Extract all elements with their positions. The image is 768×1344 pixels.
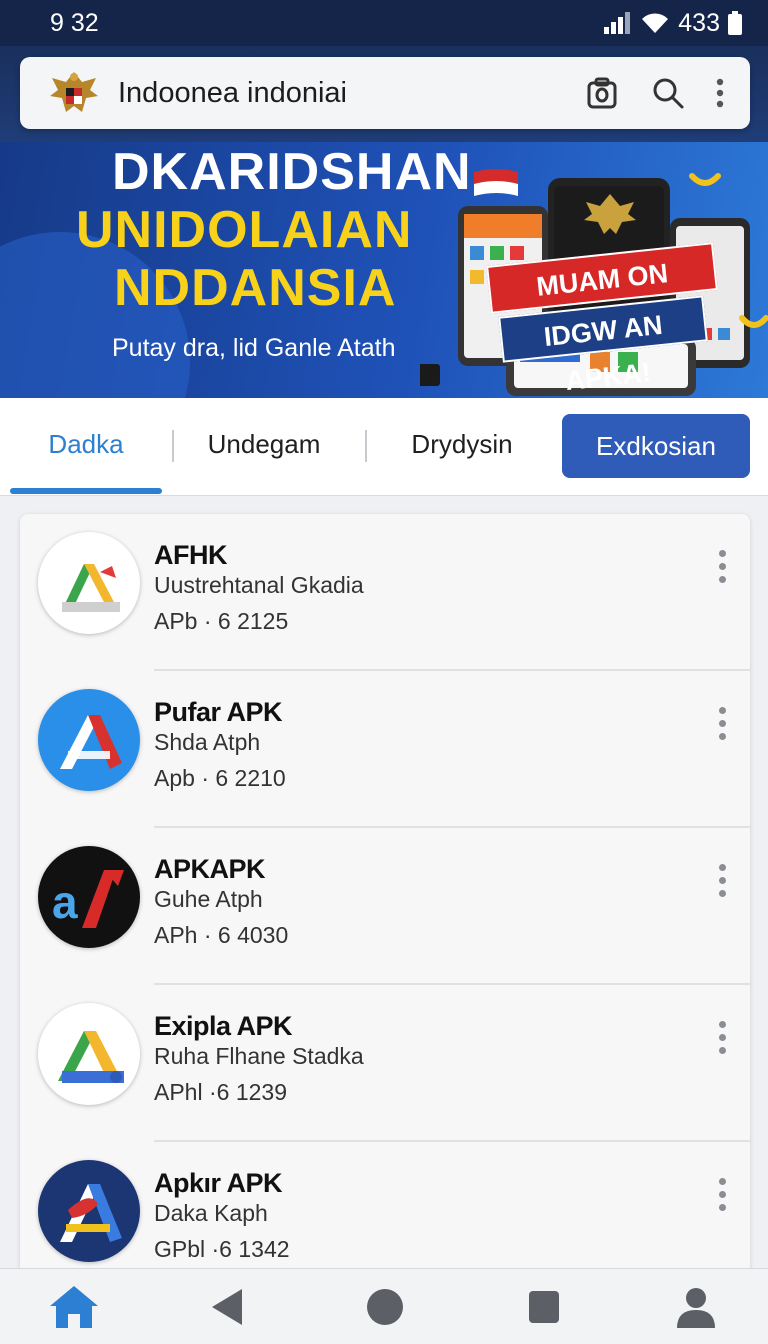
app-name: Pufar APK — [154, 697, 283, 727]
tab-dadka[interactable]: Dadka — [10, 414, 162, 474]
home-circle-icon[interactable] — [359, 1283, 411, 1331]
back-icon[interactable] — [200, 1283, 252, 1331]
app-list: AFHK Uustrehtanal Gkadia APb · 6 2125 Pu… — [20, 514, 750, 1294]
app-subtitle: Uustrehtanal Gkadia — [154, 572, 364, 598]
app-subtitle: Daka Kaph — [154, 1200, 268, 1226]
banner-headline-3: NDDANSIA — [114, 259, 397, 317]
status-bar: 9 32 433 — [0, 0, 768, 46]
promo-banner[interactable]: DKARIDSHAN UNIDOLAIAN NDDANSIA Putay dra… — [0, 142, 768, 398]
more-vert-icon[interactable] — [710, 1178, 734, 1218]
app-meta: APb · 6 2125 — [154, 608, 289, 634]
list-item[interactable]: Pufar APK Shda Atph Apb · 6 2210 — [20, 671, 750, 828]
battery-level: 433 — [678, 8, 720, 37]
more-vert-icon[interactable] — [710, 864, 734, 904]
app-meta: APhl ·6 1239 — [154, 1079, 287, 1105]
app-meta: APh · 6 4030 — [154, 922, 289, 948]
home-icon[interactable] — [48, 1283, 100, 1331]
app-icon-apkir — [38, 1160, 140, 1262]
more-vert-icon[interactable] — [710, 550, 734, 590]
more-vert-icon[interactable] — [710, 707, 734, 747]
status-indicators: 433 — [604, 9, 742, 38]
list-item[interactable]: AFHK Uustrehtanal Gkadia APb · 6 2125 — [20, 514, 750, 671]
tab-exdkosian-button[interactable]: Exdkosian — [562, 414, 750, 478]
status-time: 9 32 — [50, 8, 99, 37]
battery-icon — [728, 11, 742, 35]
banner-subtitle: Putay dra, lid Ganle Atath — [112, 334, 396, 362]
profile-icon[interactable] — [670, 1283, 722, 1331]
signal-icon — [604, 12, 631, 34]
app-icon-exipla — [38, 1003, 140, 1105]
app-subtitle: Ruha Flhane Stadka — [154, 1043, 364, 1069]
app-name: APKAPK — [154, 854, 266, 884]
app-name: Exipla APK — [154, 1011, 293, 1041]
bottom-navigation — [0, 1268, 768, 1344]
tab-divider — [365, 430, 367, 462]
list-item[interactable]: Exipla APK Ruha Flhane Stadka APhl ·6 12… — [20, 985, 750, 1142]
app-name: AFHK — [154, 540, 228, 570]
category-tabs: Dadka Undegam Drydysin Exdkosian — [0, 398, 768, 496]
app-icon-pufar — [38, 689, 140, 791]
list-item[interactable]: a APKAPK Guhe Atph APh · 6 4030 — [20, 828, 750, 985]
camera-icon[interactable] — [582, 73, 622, 113]
app-subtitle: Shda Atph — [154, 729, 261, 755]
tab-undegam[interactable]: Undegam — [182, 414, 346, 474]
recents-icon[interactable] — [518, 1283, 570, 1331]
app-name: Apkır APK — [154, 1168, 283, 1198]
search-bar[interactable]: Indoonea indoniai — [20, 57, 750, 129]
app-subtitle: Guhe Atph — [154, 886, 263, 912]
app-meta: GPbl ·6 1342 — [154, 1236, 290, 1262]
header-title: Indoonea indoniai — [118, 76, 347, 109]
active-tab-indicator — [10, 488, 162, 494]
app-icon-afhk — [38, 532, 140, 634]
banner-headline-2: UNIDOLAIAN — [76, 201, 413, 259]
tab-divider — [172, 430, 174, 462]
wifi-icon — [642, 13, 669, 33]
app-meta: Apb · 6 2210 — [154, 765, 286, 791]
emblem-icon — [50, 72, 98, 112]
more-vert-icon[interactable] — [710, 73, 730, 113]
tab-drydysin[interactable]: Drydysin — [378, 414, 546, 474]
banner-headline-1: DKARIDSHAN — [112, 143, 472, 201]
app-header: Indoonea indoniai — [0, 46, 768, 142]
svg-text:a: a — [52, 876, 78, 928]
more-vert-icon[interactable] — [710, 1021, 734, 1061]
app-icon-apkapk: a — [38, 846, 140, 948]
search-icon[interactable] — [648, 73, 688, 113]
